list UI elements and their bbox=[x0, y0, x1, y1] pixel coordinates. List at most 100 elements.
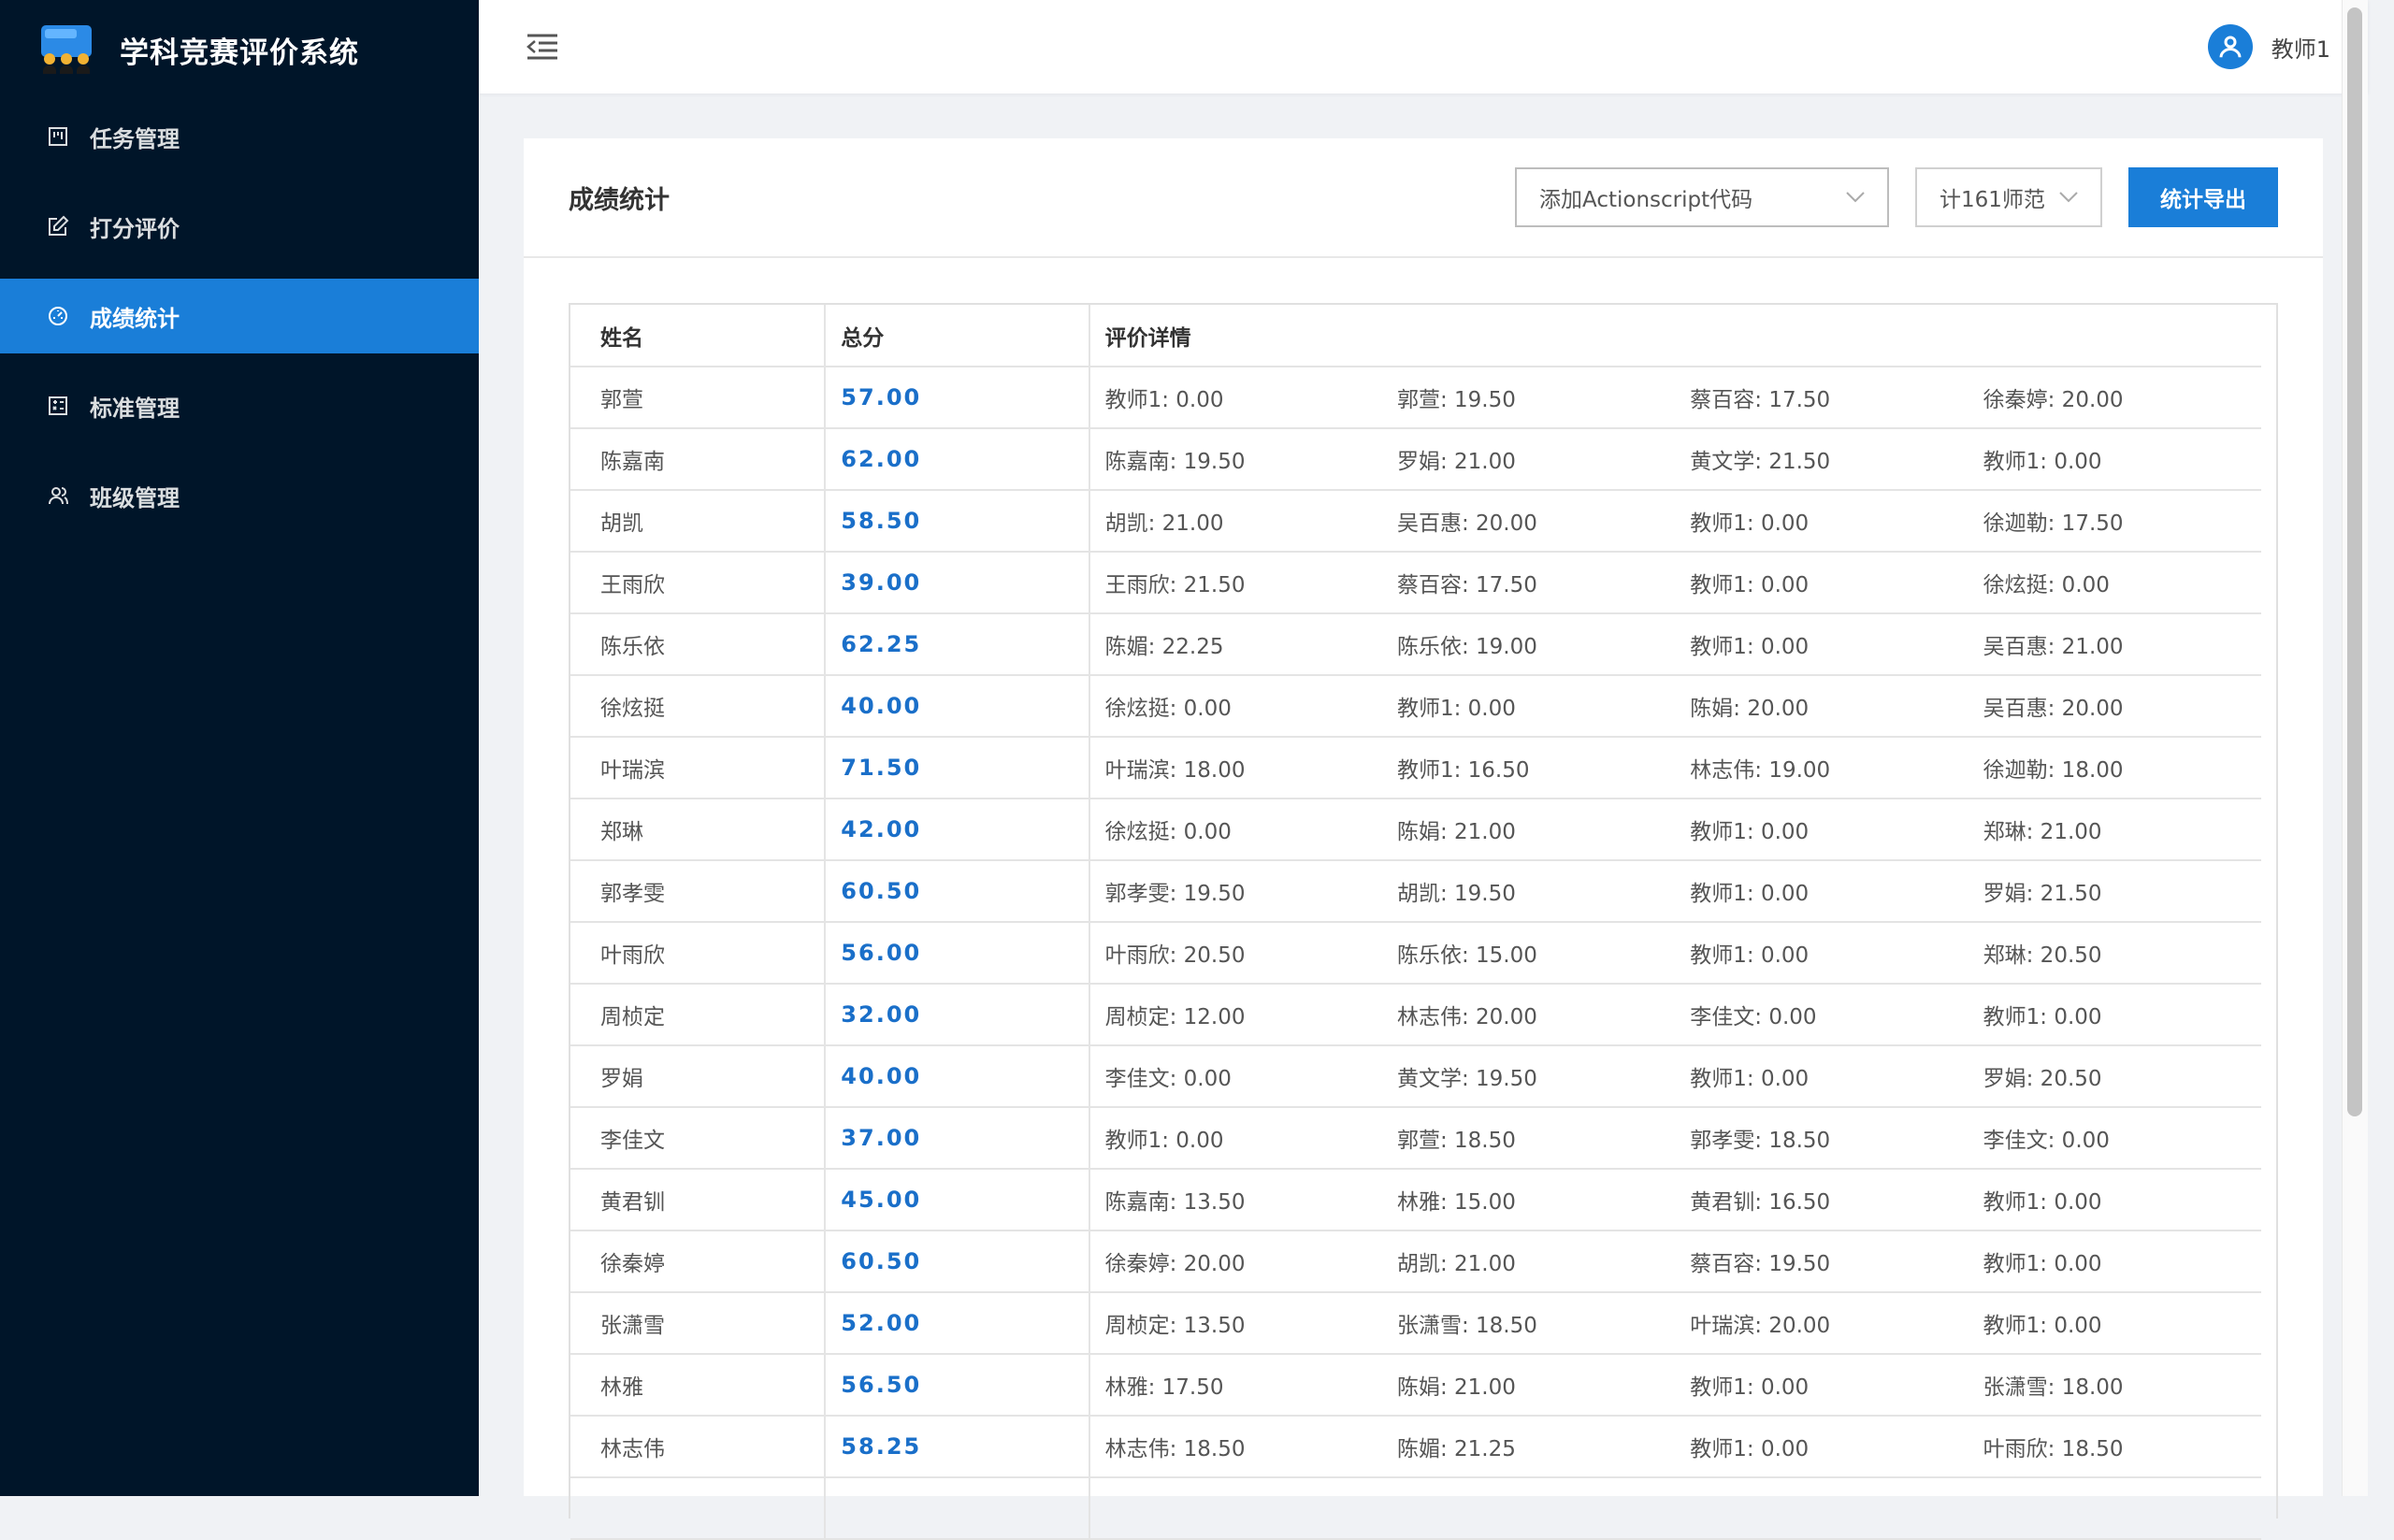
evaluation-detail: 徐炫挺: 0.00 bbox=[1089, 799, 1382, 861]
evaluation-detail: 徐秦婷: 20.00 bbox=[1089, 1231, 1382, 1293]
evaluation-detail: 郭孝雯: 18.50 bbox=[1675, 1107, 1969, 1170]
total-score: 52.00 bbox=[825, 1292, 1090, 1355]
evaluation-detail: 李佳文: 0.00 bbox=[1675, 984, 1969, 1046]
table-row: 陈乐依 62.25 陈媚: 22.25 陈乐依: 19.00 教师1: 0.00 吴百惠:… bbox=[570, 613, 2261, 676]
evaluation-detail: 教师1: 0.00 bbox=[1089, 1107, 1382, 1170]
dashboard-icon bbox=[49, 307, 67, 325]
total-score bbox=[825, 1477, 1090, 1540]
chevron-down-icon bbox=[1846, 192, 1865, 203]
evaluation-detail: 教师1: 0.00 bbox=[1675, 1354, 1969, 1417]
total-score: 62.25 bbox=[825, 613, 1090, 676]
table-row: 郭萱 57.00 教师1: 0.00 郭萱: 19.50 蔡百容: 17.50 徐秦婷: … bbox=[570, 367, 2261, 429]
evaluation-detail: 教师1: 0.00 bbox=[1089, 367, 1382, 429]
evaluation-detail: 教师1: 0.00 bbox=[1675, 1416, 1969, 1478]
total-score: 40.00 bbox=[825, 675, 1090, 738]
sidebar-item-task-management[interactable]: 任务管理 bbox=[0, 99, 479, 174]
page-scrollbar[interactable] bbox=[2342, 0, 2368, 1496]
evaluation-detail: 教师1: 0.00 bbox=[1968, 984, 2261, 1046]
sidebar: 学科竞赛评价系统 任务管理 打分评价 成绩统计 标准管理 班级管理 bbox=[0, 0, 479, 1496]
evaluation-detail: 教师1: 0.00 bbox=[1675, 922, 1969, 985]
evaluation-detail: 徐秦婷: 20.00 bbox=[1968, 367, 2261, 429]
evaluation-detail: 徐炫挺: 0.00 bbox=[1968, 552, 2261, 614]
evaluation-detail: 郭萱: 19.50 bbox=[1381, 367, 1676, 429]
evaluation-detail: 林志伟: 18.50 bbox=[1089, 1416, 1382, 1478]
table-row bbox=[570, 1477, 2261, 1540]
evaluation-detail: 教师1: 0.00 bbox=[1675, 860, 1969, 923]
evaluation-detail: 黄君钏: 16.50 bbox=[1675, 1169, 1969, 1231]
evaluation-detail bbox=[1968, 1477, 2261, 1540]
table-row: 林志伟 58.25 林志伟: 18.50 陈媚: 21.25 教师1: 0.00 叶雨欣:… bbox=[570, 1416, 2261, 1478]
student-name: 徐秦婷 bbox=[570, 1231, 827, 1293]
sidebar-item-class-management[interactable]: 班级管理 bbox=[0, 458, 479, 533]
evaluation-detail: 林志伟: 20.00 bbox=[1381, 984, 1676, 1046]
evaluation-detail: 黄文学: 19.50 bbox=[1381, 1045, 1676, 1108]
evaluation-detail: 张潇雪: 18.00 bbox=[1968, 1354, 2261, 1417]
chevron-down-icon bbox=[2059, 192, 2078, 203]
table-row: 罗娟 40.00 李佳文: 0.00 黄文学: 19.50 教师1: 0.00 罗娟: 2… bbox=[570, 1045, 2261, 1108]
evaluation-detail: 罗娟: 21.50 bbox=[1968, 860, 2261, 923]
calculator-icon bbox=[49, 396, 67, 415]
table-row: 徐炫挺 40.00 徐炫挺: 0.00 教师1: 0.00 陈娟: 20.00 吴百惠: … bbox=[570, 675, 2261, 738]
student-name: 周桢定 bbox=[570, 984, 827, 1046]
table-header-row: 姓名 总分 评价详情 bbox=[570, 305, 2261, 367]
table-row: 林雅 56.50 林雅: 17.50 陈娟: 21.00 教师1: 0.00 张潇雪: 1… bbox=[570, 1354, 2261, 1417]
column-header-total: 总分 bbox=[825, 305, 1090, 367]
table-row: 周桢定 32.00 周桢定: 12.00 林志伟: 20.00 李佳文: 0.00 教师1… bbox=[570, 984, 2261, 1046]
total-score: 58.25 bbox=[825, 1416, 1090, 1478]
evaluation-detail: 教师1: 0.00 bbox=[1675, 1045, 1969, 1108]
sidebar-item-label: 标准管理 bbox=[90, 395, 180, 422]
student-name bbox=[570, 1477, 827, 1540]
table-row: 黄君钏 45.00 陈嘉南: 13.50 林雅: 15.00 黄君钏: 16.50 教师1… bbox=[570, 1169, 2261, 1231]
evaluation-detail: 周桢定: 12.00 bbox=[1089, 984, 1382, 1046]
total-score: 40.00 bbox=[825, 1045, 1090, 1108]
app-logo-icon bbox=[41, 25, 94, 74]
user-name: 教师1 bbox=[2271, 36, 2330, 63]
table-row: 王雨欣 39.00 王雨欣: 21.50 蔡百容: 17.50 教师1: 0.00 徐炫挺… bbox=[570, 552, 2261, 614]
total-score: 39.00 bbox=[825, 552, 1090, 614]
evaluation-detail: 吴百惠: 20.00 bbox=[1381, 490, 1676, 553]
evaluation-detail: 罗娟: 21.00 bbox=[1381, 428, 1676, 491]
sidebar-item-statistics[interactable]: 成绩统计 bbox=[0, 279, 479, 353]
total-score: 42.00 bbox=[825, 799, 1090, 861]
total-score: 62.00 bbox=[825, 428, 1090, 491]
evaluation-detail: 吴百惠: 20.00 bbox=[1968, 675, 2261, 738]
task-select[interactable]: 添加Actionscript代码 bbox=[1515, 167, 1889, 227]
evaluation-detail: 教师1: 0.00 bbox=[1968, 1169, 2261, 1231]
column-header-details: 评价详情 bbox=[1089, 305, 2261, 367]
table-row: 郭孝雯 60.50 郭孝雯: 19.50 胡凯: 19.50 教师1: 0.00 罗娟: … bbox=[570, 860, 2261, 923]
sidebar-item-scoring[interactable]: 打分评价 bbox=[0, 189, 479, 264]
evaluation-detail: 陈娟: 20.00 bbox=[1675, 675, 1969, 738]
evaluation-detail: 胡凯: 19.50 bbox=[1381, 860, 1676, 923]
student-name: 陈嘉南 bbox=[570, 428, 827, 491]
sidebar-item-label: 班级管理 bbox=[90, 484, 180, 511]
table-row: 郑琳 42.00 徐炫挺: 0.00 陈娟: 21.00 教师1: 0.00 郑琳: 21… bbox=[570, 799, 2261, 861]
table-row: 李佳文 37.00 教师1: 0.00 郭萱: 18.50 郭孝雯: 18.50 李佳文:… bbox=[570, 1107, 2261, 1170]
table-row: 张潇雪 52.00 周桢定: 13.50 张潇雪: 18.50 叶瑞滨: 20.00 教师… bbox=[570, 1292, 2261, 1355]
evaluation-detail: 蔡百容: 17.50 bbox=[1381, 552, 1676, 614]
top-header: 教师1 bbox=[479, 0, 2368, 94]
sidebar-item-standards[interactable]: 标准管理 bbox=[0, 368, 479, 443]
export-button[interactable]: 统计导出 bbox=[2128, 167, 2278, 227]
evaluation-detail: 陈乐依: 19.00 bbox=[1381, 613, 1676, 676]
menu-fold-icon[interactable] bbox=[526, 32, 559, 62]
column-header-name: 姓名 bbox=[570, 305, 827, 367]
scrollbar-thumb[interactable] bbox=[2347, 7, 2362, 1116]
total-score: 58.50 bbox=[825, 490, 1090, 553]
evaluation-detail: 教师1: 0.00 bbox=[1968, 428, 2261, 491]
class-select[interactable]: 计161师范 bbox=[1915, 167, 2102, 227]
table-row: 叶瑞滨 71.50 叶瑞滨: 18.00 教师1: 16.50 林志伟: 19.00 徐迦… bbox=[570, 737, 2261, 799]
evaluation-detail: 徐迦勒: 18.00 bbox=[1968, 737, 2261, 799]
evaluation-detail: 陈嘉南: 13.50 bbox=[1089, 1169, 1382, 1231]
evaluation-detail: 教师1: 0.00 bbox=[1675, 552, 1969, 614]
evaluation-detail: 林雅: 17.50 bbox=[1089, 1354, 1382, 1417]
evaluation-detail: 叶瑞滨: 18.00 bbox=[1089, 737, 1382, 799]
student-name: 林志伟 bbox=[570, 1416, 827, 1478]
evaluation-detail bbox=[1675, 1477, 1969, 1540]
table-body: 郭萱 57.00 教师1: 0.00 郭萱: 19.50 蔡百容: 17.50 徐秦婷: … bbox=[570, 367, 2261, 1540]
card-header: 成绩统计 添加Actionscript代码 计161师范 统计导出 bbox=[524, 138, 2323, 258]
evaluation-detail: 郭孝雯: 19.50 bbox=[1089, 860, 1382, 923]
evaluation-detail: 王雨欣: 21.50 bbox=[1089, 552, 1382, 614]
evaluation-detail: 教师1: 0.00 bbox=[1968, 1292, 2261, 1355]
evaluation-detail: 李佳文: 0.00 bbox=[1968, 1107, 2261, 1170]
user-menu[interactable]: 教师1 bbox=[2207, 24, 2330, 69]
